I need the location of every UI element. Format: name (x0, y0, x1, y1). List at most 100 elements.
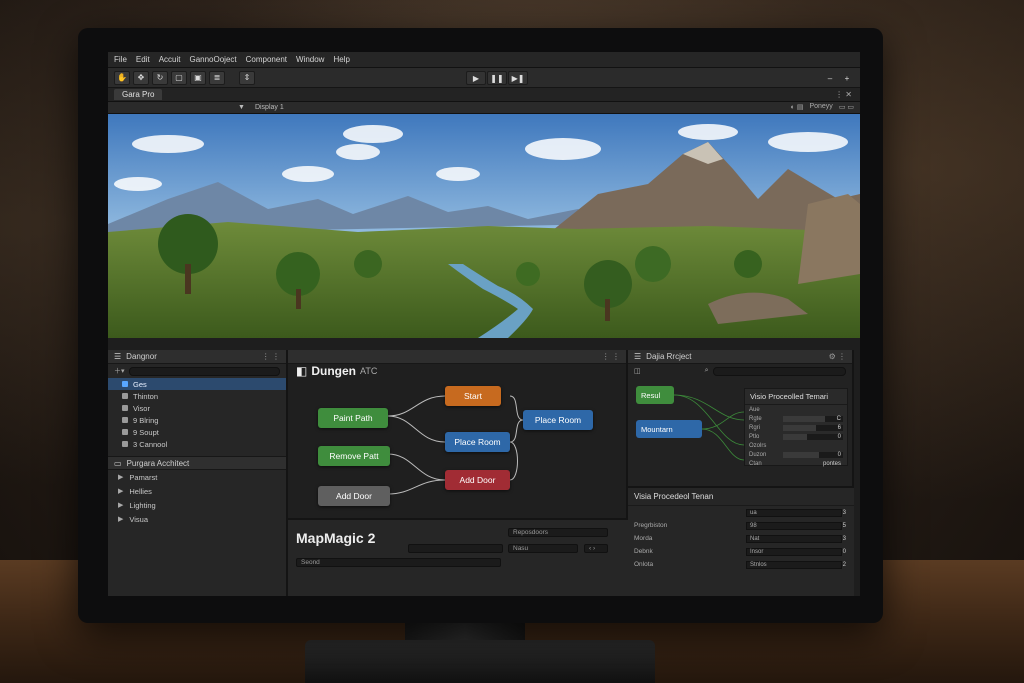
tab-menu-icon[interactable]: ⋮ ✕ (835, 90, 852, 99)
menu-edit[interactable]: Edit (136, 55, 150, 64)
property-value: 6 (837, 424, 841, 431)
tree-item-label: 3 Cannool (133, 439, 168, 449)
transform-tool-icon[interactable]: ≣ (209, 70, 225, 85)
tree-item[interactable]: Visor (108, 402, 286, 414)
stepper-arrows[interactable]: ‹ › (584, 544, 608, 553)
foldout-item[interactable]: ▶ Pamarst (108, 470, 286, 484)
inspector-field[interactable]: ua (746, 508, 842, 517)
menu-gameobject[interactable]: GannoOoject (189, 55, 236, 64)
inspector-field[interactable]: 98 (746, 521, 842, 530)
game-view-bar: ▼ Display 1 ◐ ▤ Poneyy ▭ ▭ (108, 102, 860, 114)
start-node[interactable]: Start (445, 386, 501, 406)
main-toolbar: ✋ ✥ ↻ ▢ ▣ ≣ ⇕ ▶ ❚❚ ▶❚ – + (108, 68, 860, 88)
menu-help[interactable]: Help (333, 55, 349, 64)
inspector-row[interactable]: Pregrbiston 98 5 (628, 519, 854, 532)
property-label: Rgri (749, 424, 761, 431)
tree-item[interactable]: 3 Cannool (108, 438, 286, 450)
property-row[interactable]: Ptlo 0 (745, 432, 847, 441)
landscape-render (108, 114, 860, 338)
tree-item[interactable]: Ges (108, 378, 286, 390)
property-slider[interactable] (783, 451, 843, 458)
pause-button[interactable]: ❚❚ (487, 71, 507, 85)
menu-bar: File Edit Accuit GannoOoject Component W… (108, 52, 860, 68)
step-button[interactable]: ▶❚ (508, 71, 528, 85)
nasu-field[interactable]: Nasu (508, 544, 578, 553)
hierarchy-search-input[interactable] (128, 366, 280, 376)
inspector-field[interactable]: Stnlos (746, 560, 842, 569)
game-tab-bar: Gara Pro ⋮ ✕ (108, 88, 860, 102)
add-door-node-red[interactable]: Add Door (445, 470, 510, 490)
menu-window[interactable]: Window (296, 55, 324, 64)
hand-tool-icon[interactable]: ✋ (114, 70, 130, 85)
property-slider[interactable] (783, 415, 843, 422)
chevron-down-icon[interactable]: ▼ (238, 104, 245, 111)
scale-tool-icon[interactable]: ▢ (171, 70, 187, 85)
inspector-field[interactable]: Insor (746, 547, 842, 556)
property-row[interactable]: Rgri 6 (745, 423, 847, 432)
remove-path-node[interactable]: Remove Patt (318, 446, 390, 466)
tab-game[interactable]: Gara Pro (114, 89, 163, 100)
paint-path-node[interactable]: Paint Path (318, 408, 388, 428)
architect-section-header[interactable]: ▭ Purgara Acchitect (108, 456, 286, 470)
inspector-row[interactable]: Debnk Insor 0 (628, 545, 854, 558)
menu-component[interactable]: Component (246, 55, 287, 64)
inspector-label: Morda (634, 535, 653, 542)
scene-icon (122, 381, 128, 387)
place-room-node[interactable]: Place Room (445, 432, 510, 452)
inspector-row[interactable]: Onlota Stnlos 2 (628, 558, 854, 571)
add-icon[interactable]: ＋▾ (114, 366, 125, 376)
foldout-label: Hellies (129, 486, 152, 496)
tree-item[interactable]: Thinton (108, 390, 286, 402)
property-row[interactable]: Aue (745, 405, 847, 414)
chevron-right-icon: ▶ (118, 502, 124, 509)
add-icon[interactable]: + (840, 71, 854, 85)
inspector-row[interactable]: Morda Nat 3 (628, 532, 854, 545)
gizmos-label[interactable]: Poneyy (809, 103, 832, 111)
tree-item[interactable]: 9 Blring (108, 414, 286, 426)
mountain-node[interactable]: Mountarn (636, 420, 702, 438)
menu-file[interactable]: File (114, 55, 127, 64)
property-row[interactable]: Rgte C (745, 414, 847, 423)
tree-item[interactable]: 9 Soupt (108, 426, 286, 438)
rect-tool-icon[interactable]: ▣ (190, 70, 206, 85)
tree-item-label: 9 Soupt (133, 427, 159, 437)
rotate-tool-icon[interactable]: ↻ (152, 70, 168, 85)
foldout-item[interactable]: ▶ Lighting (108, 498, 286, 512)
place-room-node-right[interactable]: Place Room (523, 410, 593, 430)
mapmagic-panel: MapMagic 2 Reposdoors Nasu ‹ › Seond (288, 518, 628, 596)
tree-item-label: 9 Blring (133, 415, 159, 425)
property-label: Aue (749, 406, 760, 413)
inspector-value: 3 (842, 509, 846, 516)
stats-icon[interactable]: ◐ ▤ (791, 103, 804, 111)
toolbar-right: – + (823, 71, 854, 85)
property-label: Ptlo (749, 433, 760, 440)
reposdoors-field[interactable]: Reposdoors (508, 528, 608, 537)
property-value: 0 (837, 451, 841, 458)
result-node[interactable]: Resul (636, 386, 674, 404)
foldout-item[interactable]: ▶ Visua (108, 512, 286, 526)
property-value: pontes (822, 460, 841, 467)
add-door-node-gray[interactable]: Add Door (318, 486, 390, 506)
custom-tool-icon[interactable]: ⇕ (239, 70, 255, 85)
inspector-row[interactable]: ua 3 (628, 506, 854, 519)
move-tool-icon[interactable]: ✥ (133, 70, 149, 85)
inspector-value: 0 (842, 548, 846, 555)
property-value: C (836, 415, 841, 422)
minimize-icon[interactable]: – (823, 71, 837, 85)
play-button[interactable]: ▶ (466, 71, 486, 85)
foldout-item[interactable]: ▶ Hellies (108, 484, 286, 498)
property-row[interactable]: Ozolrs (745, 441, 847, 450)
property-slider[interactable] (783, 433, 843, 440)
seond-field[interactable]: Seond (296, 558, 501, 567)
display-select[interactable]: Display 1 (255, 104, 284, 111)
panel-menu-icon[interactable]: ⋮ ⋮ (262, 352, 280, 361)
property-slider[interactable] (783, 424, 843, 431)
game-view-options: ◐ ▤ Poneyy ▭ ▭ (791, 103, 854, 111)
property-row[interactable]: Duzon 0 (745, 450, 847, 459)
mapmagic-dropdown[interactable] (408, 544, 503, 553)
property-row[interactable]: Ctan pontes (745, 459, 847, 468)
layout-icon[interactable]: ▭ ▭ (839, 103, 854, 111)
inspector-field[interactable]: Nat (746, 534, 842, 543)
game-viewport[interactable] (108, 114, 860, 338)
menu-accuit[interactable]: Accuit (159, 55, 181, 64)
